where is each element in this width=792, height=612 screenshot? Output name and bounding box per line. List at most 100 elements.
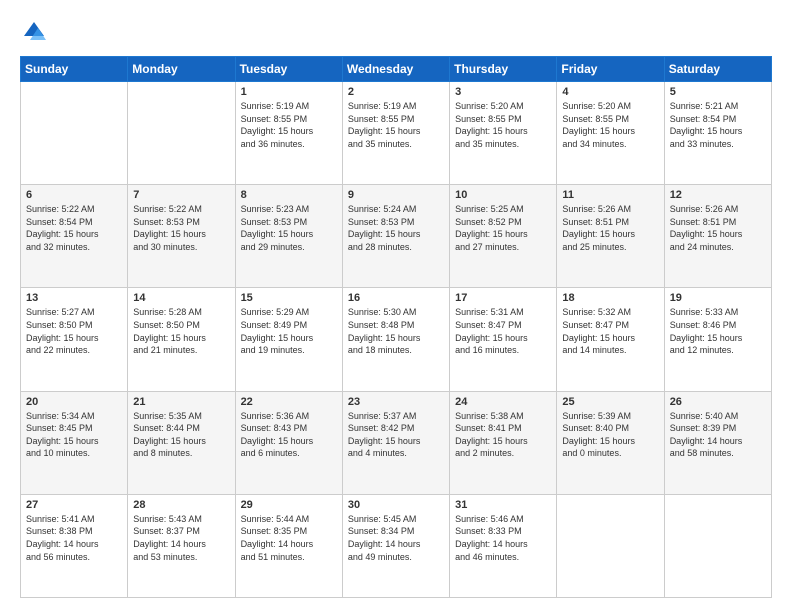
day-number: 31 — [455, 499, 551, 511]
calendar-cell: 15 Sunrise: 5:29 AMSunset: 8:49 PMDayligh… — [235, 288, 342, 391]
cell-info: Sunrise: 5:21 AMSunset: 8:54 PMDaylight:… — [670, 100, 766, 150]
calendar-cell: 7Sunrise: 5:22 AMSunset: 8:53 PMDaylight… — [128, 185, 235, 288]
day-number: 27 — [26, 499, 122, 511]
day-number: 13 — [26, 292, 122, 304]
day-number: 21 — [133, 396, 229, 408]
calendar-cell — [664, 494, 771, 597]
calendar-cell: 24Sunrise: 5:38 AMSunset: 8:41 PMDayligh… — [450, 391, 557, 494]
day-number: 16 — [348, 292, 444, 304]
calendar-cell — [21, 82, 128, 185]
day-number: 18 — [562, 292, 658, 304]
day-number: 30 — [348, 499, 444, 511]
cell-info: Sunrise: 5:32 AMSunset: 8:47 PMDaylight:… — [562, 306, 658, 356]
cell-info: Sunrise: 5:23 AMSunset: 8:53 PMDaylight:… — [241, 203, 337, 253]
cell-info: Sunrise: 5:44 AMSunset: 8:35 PMDaylight:… — [241, 513, 337, 563]
week-row-0: 1 Sunrise: 5:19 AMSunset: 8:55 PMDaylight… — [21, 82, 772, 185]
day-number: 10 — [455, 189, 551, 201]
calendar-cell: 8 Sunrise: 5:23 AMSunset: 8:53 PMDaylight… — [235, 185, 342, 288]
page: SundayMondayTuesdayWednesdayThursdayFrid… — [0, 0, 792, 612]
weekday-header-sunday: Sunday — [21, 57, 128, 82]
cell-info: Sunrise: 5:35 AMSunset: 8:44 PMDaylight:… — [133, 410, 229, 460]
weekday-header-tuesday: Tuesday — [235, 57, 342, 82]
day-number: 9 — [348, 189, 444, 201]
calendar-cell: 31 Sunrise: 5:46 AMSunset: 8:33 PMDayligh… — [450, 494, 557, 597]
calendar-cell: 22Sunrise: 5:36 AMSunset: 8:43 PMDayligh… — [235, 391, 342, 494]
cell-info: Sunrise: 5:29 AMSunset: 8:49 PMDaylight:… — [241, 306, 337, 356]
cell-info: Sunrise: 5:26 AMSunset: 8:51 PMDaylight:… — [670, 203, 766, 253]
day-number: 17 — [455, 292, 551, 304]
cell-info: Sunrise: 5:27 AMSunset: 8:50 PMDaylight:… — [26, 306, 122, 356]
cell-info: Sunrise: 5:41 AMSunset: 8:38 PMDaylight:… — [26, 513, 122, 563]
calendar-cell: 6 Sunrise: 5:22 AMSunset: 8:54 PMDaylight… — [21, 185, 128, 288]
calendar-cell: 4 Sunrise: 5:20 AMSunset: 8:55 PMDaylight… — [557, 82, 664, 185]
calendar-cell: 5 Sunrise: 5:21 AMSunset: 8:54 PMDaylight… — [664, 82, 771, 185]
weekday-header-friday: Friday — [557, 57, 664, 82]
cell-info: Sunrise: 5:38 AMSunset: 8:41 PMDaylight:… — [455, 410, 551, 460]
logo-icon — [20, 18, 48, 46]
day-number: 15 — [241, 292, 337, 304]
cell-info: Sunrise: 5:30 AMSunset: 8:48 PMDaylight:… — [348, 306, 444, 356]
cell-info: Sunrise: 5:20 AMSunset: 8:55 PMDaylight:… — [562, 100, 658, 150]
weekday-header-saturday: Saturday — [664, 57, 771, 82]
cell-info: Sunrise: 5:19 AMSunset: 8:55 PMDaylight:… — [348, 100, 444, 150]
calendar-cell: 25Sunrise: 5:39 AMSunset: 8:40 PMDayligh… — [557, 391, 664, 494]
day-number: 8 — [241, 189, 337, 201]
day-number: 20 — [26, 396, 122, 408]
calendar-cell: 23 Sunrise: 5:37 AMSunset: 8:42 PMDayligh… — [342, 391, 449, 494]
weekday-header-monday: Monday — [128, 57, 235, 82]
calendar-cell: 12 Sunrise: 5:26 AMSunset: 8:51 PMDayligh… — [664, 185, 771, 288]
calendar-cell: 26 Sunrise: 5:40 AMSunset: 8:39 PMDayligh… — [664, 391, 771, 494]
header — [20, 18, 772, 46]
day-number: 5 — [670, 86, 766, 98]
cell-info: Sunrise: 5:40 AMSunset: 8:39 PMDaylight:… — [670, 410, 766, 460]
calendar-cell: 29 Sunrise: 5:44 AMSunset: 8:35 PMDayligh… — [235, 494, 342, 597]
cell-info: Sunrise: 5:20 AMSunset: 8:55 PMDaylight:… — [455, 100, 551, 150]
day-number: 23 — [348, 396, 444, 408]
week-row-2: 13 Sunrise: 5:27 AMSunset: 8:50 PMDayligh… — [21, 288, 772, 391]
calendar-cell: 2Sunrise: 5:19 AMSunset: 8:55 PMDaylight… — [342, 82, 449, 185]
weekday-header-thursday: Thursday — [450, 57, 557, 82]
calendar-cell: 18 Sunrise: 5:32 AMSunset: 8:47 PMDayligh… — [557, 288, 664, 391]
day-number: 19 — [670, 292, 766, 304]
calendar-cell: 1 Sunrise: 5:19 AMSunset: 8:55 PMDaylight… — [235, 82, 342, 185]
logo — [20, 18, 52, 46]
calendar-cell: 11 Sunrise: 5:26 AMSunset: 8:51 PMDayligh… — [557, 185, 664, 288]
day-number: 29 — [241, 499, 337, 511]
calendar-cell: 3Sunrise: 5:20 AMSunset: 8:55 PMDaylight… — [450, 82, 557, 185]
calendar-cell — [557, 494, 664, 597]
calendar-cell: 10 Sunrise: 5:25 AMSunset: 8:52 PMDayligh… — [450, 185, 557, 288]
cell-info: Sunrise: 5:33 AMSunset: 8:46 PMDaylight:… — [670, 306, 766, 356]
calendar-cell: 20 Sunrise: 5:34 AMSunset: 8:45 PMDayligh… — [21, 391, 128, 494]
cell-info: Sunrise: 5:24 AMSunset: 8:53 PMDaylight:… — [348, 203, 444, 253]
day-number: 28 — [133, 499, 229, 511]
day-number: 4 — [562, 86, 658, 98]
cell-info: Sunrise: 5:31 AMSunset: 8:47 PMDaylight:… — [455, 306, 551, 356]
cell-info: Sunrise: 5:25 AMSunset: 8:52 PMDaylight:… — [455, 203, 551, 253]
week-row-4: 27 Sunrise: 5:41 AMSunset: 8:38 PMDayligh… — [21, 494, 772, 597]
cell-info: Sunrise: 5:45 AMSunset: 8:34 PMDaylight:… — [348, 513, 444, 563]
calendar-cell: 28Sunrise: 5:43 AMSunset: 8:37 PMDayligh… — [128, 494, 235, 597]
calendar-cell: 9 Sunrise: 5:24 AMSunset: 8:53 PMDaylight… — [342, 185, 449, 288]
calendar-table: SundayMondayTuesdayWednesdayThursdayFrid… — [20, 56, 772, 598]
week-row-1: 6 Sunrise: 5:22 AMSunset: 8:54 PMDaylight… — [21, 185, 772, 288]
calendar-cell — [128, 82, 235, 185]
calendar-cell: 21 Sunrise: 5:35 AMSunset: 8:44 PMDayligh… — [128, 391, 235, 494]
cell-info: Sunrise: 5:36 AMSunset: 8:43 PMDaylight:… — [241, 410, 337, 460]
cell-info: Sunrise: 5:46 AMSunset: 8:33 PMDaylight:… — [455, 513, 551, 563]
cell-info: Sunrise: 5:22 AMSunset: 8:54 PMDaylight:… — [26, 203, 122, 253]
day-number: 6 — [26, 189, 122, 201]
calendar-cell: 13 Sunrise: 5:27 AMSunset: 8:50 PMDayligh… — [21, 288, 128, 391]
day-number: 26 — [670, 396, 766, 408]
day-number: 12 — [670, 189, 766, 201]
weekday-header-row: SundayMondayTuesdayWednesdayThursdayFrid… — [21, 57, 772, 82]
cell-info: Sunrise: 5:34 AMSunset: 8:45 PMDaylight:… — [26, 410, 122, 460]
calendar-cell: 17 Sunrise: 5:31 AMSunset: 8:47 PMDayligh… — [450, 288, 557, 391]
weekday-header-wednesday: Wednesday — [342, 57, 449, 82]
cell-info: Sunrise: 5:19 AMSunset: 8:55 PMDaylight:… — [241, 100, 337, 150]
calendar-cell: 19 Sunrise: 5:33 AMSunset: 8:46 PMDayligh… — [664, 288, 771, 391]
cell-info: Sunrise: 5:26 AMSunset: 8:51 PMDaylight:… — [562, 203, 658, 253]
cell-info: Sunrise: 5:22 AMSunset: 8:53 PMDaylight:… — [133, 203, 229, 253]
day-number: 1 — [241, 86, 337, 98]
cell-info: Sunrise: 5:37 AMSunset: 8:42 PMDaylight:… — [348, 410, 444, 460]
day-number: 11 — [562, 189, 658, 201]
